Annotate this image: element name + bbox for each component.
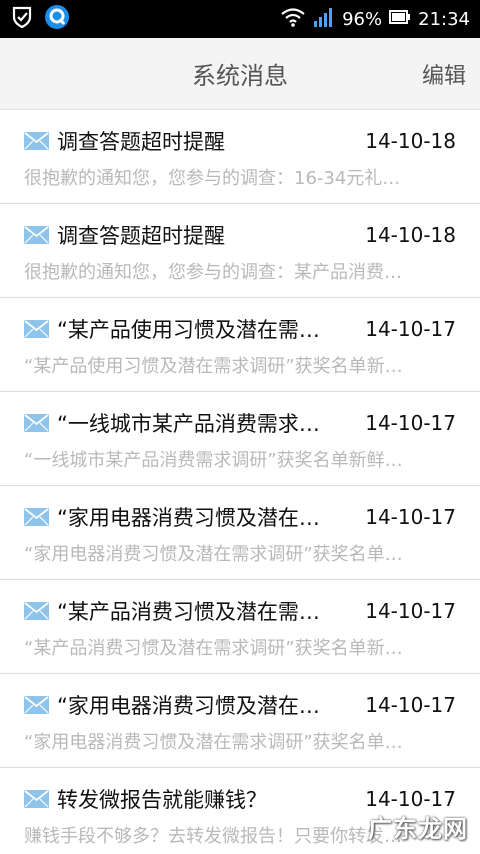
message-date: 14-10-17: [365, 317, 456, 341]
envelope-icon: [24, 132, 49, 150]
message-preview: 很抱歉的通知您，您参与的调查：某产品消费…: [24, 262, 402, 283]
signal-icon: [313, 7, 335, 32]
qq-browser-icon: [44, 4, 70, 34]
message-item[interactable]: 调查答题超时提醒 14-10-18 很抱歉的通知您，您参与的调查：16-34元礼…: [0, 110, 480, 204]
message-header-row: “某产品消费习惯及潜在需… 14-10-17: [24, 580, 456, 636]
battery-icon: [389, 9, 411, 30]
status-right: 96% 21:34: [280, 7, 470, 32]
message-preview: “家用电器消费习惯及潜在需求调研”获奖名单…: [24, 732, 403, 753]
message-title: “某产品消费习惯及潜在需…: [57, 600, 320, 624]
message-date: 14-10-17: [365, 693, 456, 717]
message-title: 调查答题超时提醒: [57, 224, 225, 248]
app-header: 系统消息 编辑: [0, 38, 480, 110]
message-item[interactable]: “家用电器消费习惯及潜在… 14-10-17 “家用电器消费习惯及潜在需求调研”获奖…: [0, 674, 480, 768]
wifi-icon: [280, 7, 306, 32]
message-preview: “一线城市某产品消费需求调研”获奖名单新鲜…: [24, 450, 403, 471]
message-preview: 很抱歉的通知您，您参与的调查：16-34元礼…: [24, 168, 401, 189]
status-bar: 96% 21:34: [0, 0, 480, 38]
message-date: 14-10-18: [365, 223, 456, 247]
message-header-row: “家用电器消费习惯及潜在… 14-10-17: [24, 486, 456, 542]
message-item[interactable]: “家用电器消费习惯及潜在… 14-10-17 “家用电器消费习惯及潜在需求调研”获奖…: [0, 486, 480, 580]
message-preview: “家用电器消费习惯及潜在需求调研”获奖名单…: [24, 544, 403, 565]
message-preview: “某产品消费习惯及潜在需求调研”获奖名单新…: [24, 638, 403, 659]
message-date: 14-10-18: [365, 129, 456, 153]
envelope-icon: [24, 790, 49, 808]
message-item[interactable]: “一线城市某产品消费需求… 14-10-17 “一线城市某产品消费需求调研”获奖名单…: [0, 392, 480, 486]
message-header-row: “某产品使用习惯及潜在需… 14-10-17: [24, 298, 456, 354]
message-header-row: 调查答题超时提醒 14-10-18: [24, 204, 456, 260]
envelope-icon: [24, 226, 49, 244]
message-header-row: “一线城市某产品消费需求… 14-10-17: [24, 392, 456, 448]
message-title: “某产品使用习惯及潜在需…: [57, 318, 320, 342]
message-preview: “某产品使用习惯及潜在需求调研”获奖名单新…: [24, 356, 403, 377]
battery-percent: 96%: [342, 8, 383, 30]
message-item[interactable]: “某产品使用习惯及潜在需… 14-10-17 “某产品使用习惯及潜在需求调研”获奖名…: [0, 298, 480, 392]
message-date: 14-10-17: [365, 599, 456, 623]
envelope-icon: [24, 508, 49, 526]
message-header-row: “家用电器消费习惯及潜在… 14-10-17: [24, 674, 456, 730]
clock: 21:34: [418, 8, 470, 30]
envelope-icon: [24, 320, 49, 338]
envelope-icon: [24, 414, 49, 432]
page-title: 系统消息: [192, 62, 288, 90]
message-title: “家用电器消费习惯及潜在…: [57, 694, 320, 718]
envelope-icon: [24, 602, 49, 620]
message-title: “家用电器消费习惯及潜在…: [57, 506, 320, 530]
message-date: 14-10-17: [365, 505, 456, 529]
message-date: 14-10-17: [365, 787, 456, 811]
message-header-row: 调查答题超时提醒 14-10-18: [24, 110, 456, 166]
message-title: 转发微报告就能赚钱？: [57, 788, 267, 812]
message-date: 14-10-17: [365, 411, 456, 435]
edit-button[interactable]: 编辑: [422, 58, 466, 90]
status-left: [10, 4, 70, 34]
envelope-icon: [24, 696, 49, 714]
message-title: “一线城市某产品消费需求…: [57, 412, 320, 436]
message-item[interactable]: “某产品消费习惯及潜在需… 14-10-17 “某产品消费习惯及潜在需求调研”获奖名…: [0, 580, 480, 674]
shield-notification-icon: [10, 5, 34, 33]
message-title: 调查答题超时提醒: [57, 130, 225, 154]
message-item[interactable]: 调查答题超时提醒 14-10-18 很抱歉的通知您，您参与的调查：某产品消费…: [0, 204, 480, 298]
site-watermark: 广东龙网: [368, 815, 468, 843]
message-list: 调查答题超时提醒 14-10-18 很抱歉的通知您，您参与的调查：16-34元礼… 调…: [0, 110, 480, 854]
